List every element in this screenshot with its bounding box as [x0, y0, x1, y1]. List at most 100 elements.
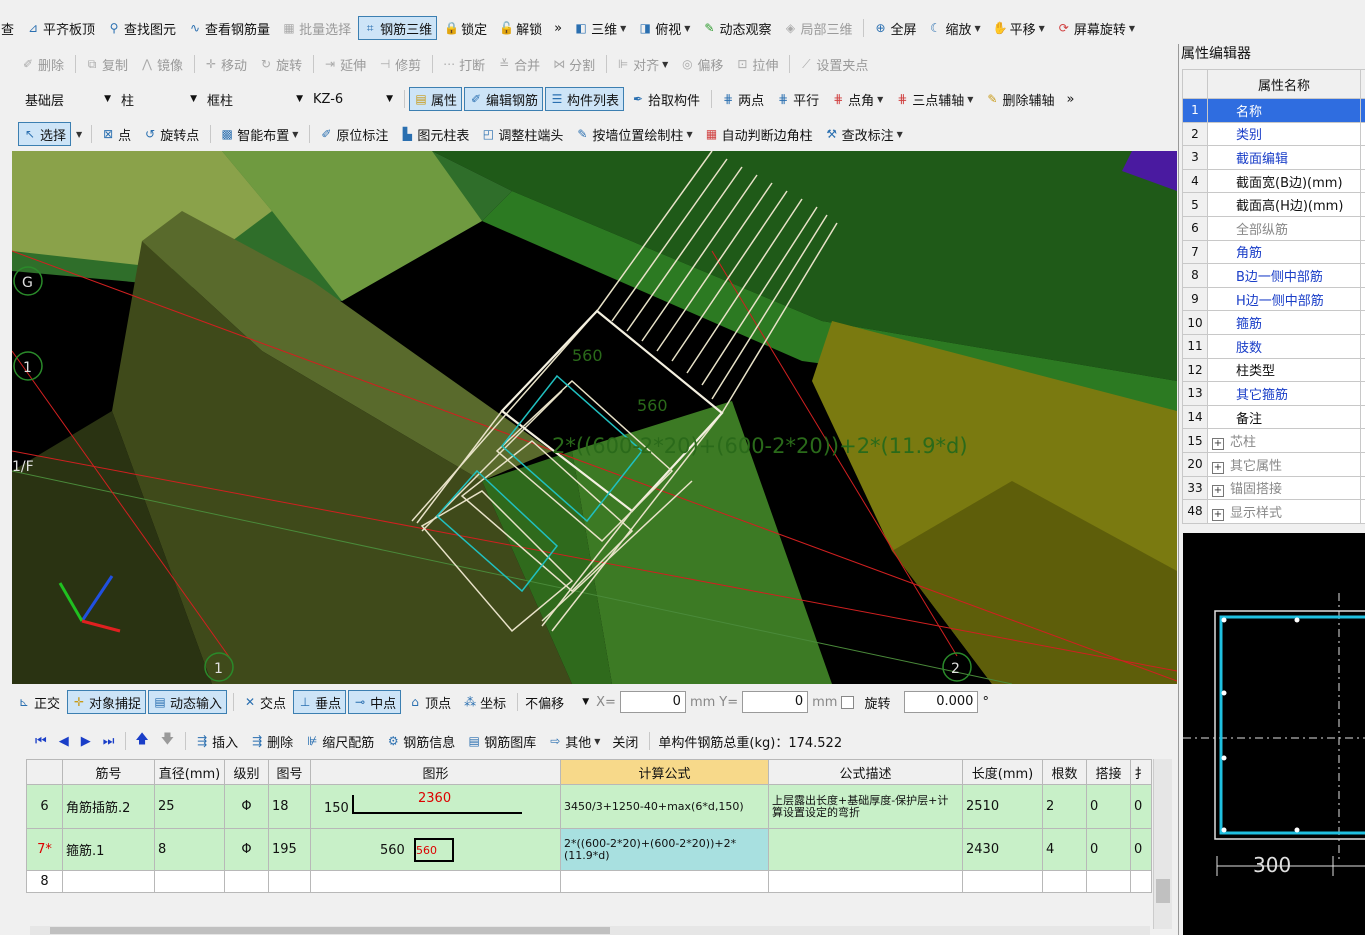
col-header[interactable]: 扌 [1130, 759, 1152, 785]
formula-cell[interactable]: 3450/3+1250-40+max(6*d,150) [560, 784, 769, 829]
property-row[interactable]: 20 + 其它属性 [1182, 451, 1365, 477]
property-label[interactable]: + 显示样式 [1207, 499, 1361, 524]
zoom-button[interactable]: ☾ 缩放 ▼ [923, 16, 985, 40]
rebar-extra[interactable]: 0 [1130, 784, 1152, 829]
property-value[interactable] [1360, 451, 1365, 477]
layer-select[interactable]: 基础层 ▼ [22, 89, 114, 109]
other-button[interactable]: ⇨ 其他 ▼ [543, 729, 605, 753]
expand-icon[interactable]: + [1212, 508, 1224, 521]
col-header[interactable]: 图形 [310, 759, 561, 785]
close-button[interactable]: 关闭 [607, 729, 643, 753]
type-select[interactable]: 框柱 ▼ [204, 89, 306, 109]
property-row[interactable]: 6 全部纵筋 [1182, 215, 1365, 241]
property-value[interactable] [1360, 333, 1365, 359]
mirror-button[interactable]: ⋀ 镜像 [135, 52, 188, 76]
rebar-name[interactable]: 角筋插筋.2 [62, 784, 155, 829]
rebar-shape[interactable]: 560 560 [310, 828, 561, 871]
property-row[interactable]: 1 名称 [1182, 98, 1365, 123]
property-label[interactable]: 肢数 [1207, 333, 1361, 359]
rebar-extra[interactable]: 0 [1130, 828, 1152, 871]
copy-button[interactable]: ⧉ 复制 [80, 52, 133, 76]
3d-view-button[interactable]: ◧ 三维 ▼ [569, 16, 631, 40]
two-point-axis-button[interactable]: ⋕ 两点 [716, 87, 769, 111]
move-up-button[interactable]: 🡅 [130, 729, 153, 753]
trim-button[interactable]: ⊣ 修剪 [373, 52, 426, 76]
rotate-checkbox[interactable] [841, 695, 855, 709]
rotate-button[interactable]: ↻ 旋转 [254, 52, 307, 76]
expand-icon[interactable]: + [1212, 438, 1224, 451]
move-button[interactable]: ✛ 移动 [199, 52, 252, 76]
table-row[interactable]: 8 [26, 870, 1152, 893]
rotate-input[interactable]: 0.000 [904, 691, 979, 713]
next-record-button[interactable]: ▶ [76, 729, 96, 753]
property-row[interactable]: 13 其它箍筋 [1182, 381, 1365, 406]
rebar-length[interactable]: 2510 [962, 784, 1043, 829]
property-row[interactable]: 10 箍筋 [1182, 310, 1365, 335]
rebar-count[interactable] [1042, 870, 1087, 893]
property-value[interactable] [1360, 475, 1365, 501]
property-row[interactable]: 3 截面编辑 [1182, 145, 1365, 170]
move-down-button[interactable]: 🡇 [156, 729, 179, 753]
edit-rebar-button[interactable]: ✐ 编辑钢筋 [464, 87, 544, 111]
rotate-point-button[interactable]: ↺ 旋转点 [138, 122, 204, 146]
stretch-button[interactable]: ⊡ 拉伸 [730, 52, 783, 76]
rebar-length[interactable]: 2430 [962, 828, 1043, 871]
property-value[interactable] [1360, 239, 1365, 265]
adjust-column-end-button[interactable]: ◰ 调整柱端头 [476, 122, 568, 146]
col-header[interactable]: 搭接 [1086, 759, 1131, 785]
property-row[interactable]: 2 类别 [1182, 121, 1365, 147]
formula-cell[interactable]: 2*((600-2*20)+(600-2*20))+2*(11.9*d) [560, 828, 769, 871]
property-value[interactable] [1360, 357, 1365, 383]
set-grip-button[interactable]: ⟋ 设置夹点 [794, 52, 873, 76]
rebar-diameter[interactable]: 8 [154, 828, 225, 871]
unlock-button[interactable]: 🔓 解锁 [494, 16, 547, 40]
scale-rebar-button[interactable]: ⊯ 缩尺配筋 [300, 729, 379, 753]
batch-select-button[interactable]: ▦ 批量选择 [277, 16, 356, 40]
property-row[interactable]: 15 + 芯柱 [1182, 428, 1365, 453]
property-label[interactable]: + 其它属性 [1207, 451, 1361, 477]
col-header[interactable]: 根数 [1042, 759, 1087, 785]
property-value[interactable] [1360, 381, 1365, 406]
properties-button[interactable]: ▤ 属性 [409, 87, 463, 111]
property-row[interactable]: 7 角筋 [1182, 239, 1365, 265]
coordinate-snap-button[interactable]: ⁂ 坐标 [458, 690, 511, 714]
property-row[interactable]: 8 B边一侧中部筋 [1182, 263, 1365, 288]
rebar-info-button[interactable]: ⚙ 钢筋信息 [381, 729, 460, 753]
rebar-extra[interactable] [1130, 870, 1152, 893]
figure-number[interactable]: 195 [268, 828, 311, 871]
property-label[interactable]: 截面高(H边)(mm) [1207, 192, 1361, 217]
align-button[interactable]: ⊫ 对齐 ▼ [611, 52, 673, 76]
expand-icon[interactable]: + [1212, 461, 1224, 474]
check-label-button[interactable]: ⚒ 查改标注 ▼ [820, 122, 908, 146]
component-list-button[interactable]: ☰ 构件列表 [545, 87, 625, 111]
delete-row-button[interactable]: ⇶ 删除 [245, 729, 298, 753]
table-row[interactable]: 7* 箍筋.1 8 Φ 195 560 560 2*((600-2*20)+(6… [26, 828, 1152, 871]
col-header[interactable]: 图号 [268, 759, 311, 785]
property-label[interactable]: H边一侧中部筋 [1207, 286, 1361, 312]
scroll-thumb[interactable] [50, 927, 610, 934]
property-value[interactable] [1360, 98, 1365, 123]
rebar-grade[interactable]: Φ [224, 784, 269, 829]
property-value[interactable] [1360, 192, 1365, 217]
col-header[interactable]: 计算公式 [560, 759, 769, 785]
rebar-lap[interactable]: 0 [1086, 828, 1131, 871]
rebar-grade[interactable] [224, 870, 269, 893]
rebar-name[interactable] [62, 870, 155, 893]
formula-description[interactable]: 上层露出长度+基础厚度-保护层+计算设置设定的弯折 [768, 784, 963, 829]
property-value[interactable] [1360, 404, 1365, 430]
smart-layout-button[interactable]: ▩ 智能布置 ▼ [215, 122, 303, 146]
property-row[interactable]: 33 + 锚固搭接 [1182, 475, 1365, 501]
dynamic-input-button[interactable]: ▤ 动态输入 [148, 690, 228, 714]
table-row[interactable]: 6 角筋插筋.2 25 Φ 18 150 2360 3450/3+1250-40… [26, 784, 1152, 829]
find-element-button[interactable]: ⚲ 查找图元 [102, 16, 181, 40]
figure-number[interactable] [268, 870, 311, 893]
merge-button[interactable]: ≚ 合并 [492, 52, 545, 76]
query-button[interactable]: 查 [0, 16, 19, 40]
property-value[interactable] [1360, 121, 1365, 147]
rebar-lap[interactable]: 0 [1086, 784, 1131, 829]
property-value[interactable] [1360, 428, 1365, 453]
prev-record-button[interactable]: ◀ [54, 729, 74, 753]
flush-top-button[interactable]: ⊿ 平齐板顶 [21, 16, 100, 40]
extend-button[interactable]: ⇥ 延伸 [318, 52, 371, 76]
property-value[interactable] [1360, 145, 1365, 170]
